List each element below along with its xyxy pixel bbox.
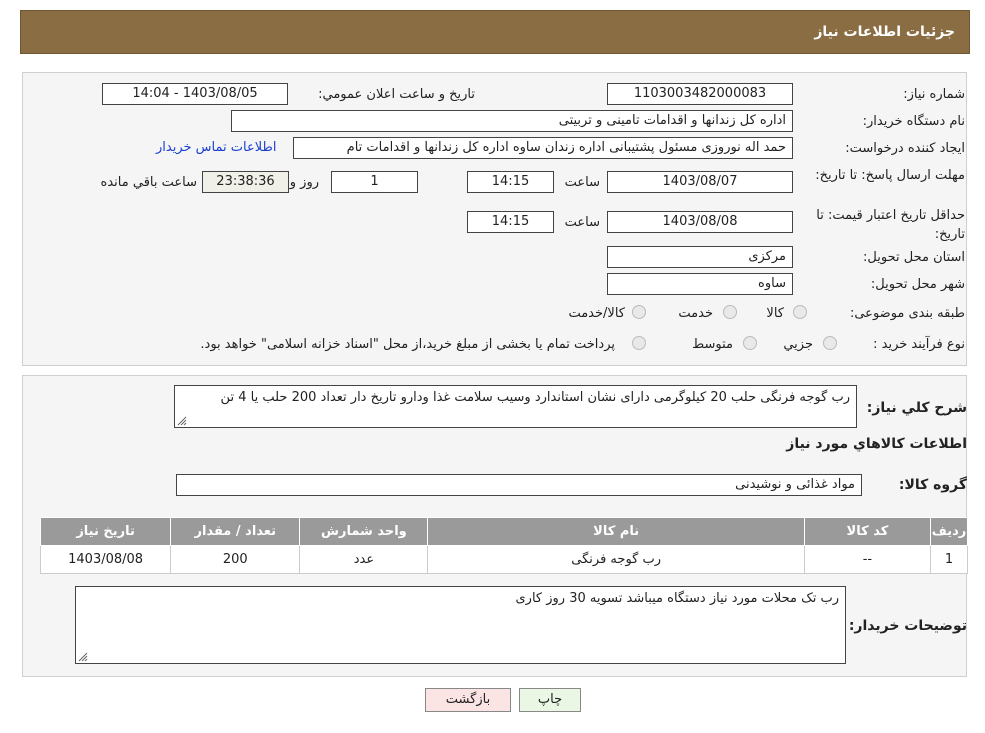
creator-label: ايجاد کننده درخواست:: [845, 141, 965, 156]
buyer-label: نام دستگاه خريدار:: [862, 114, 965, 129]
validity-time-field: 14:15: [467, 211, 554, 233]
process-label: نوع فرآیند خرید :: [873, 337, 965, 352]
cell-code: --: [803, 545, 931, 574]
col-name: نام کالا: [427, 517, 805, 546]
buyer-notes-label: توضيحات خريدار:: [848, 618, 967, 634]
validity-label: حداقل تاریخ اعتبار قیمت: تا تاریخ:: [816, 208, 965, 242]
goods-group-field: مواد غذائی و نوشیدنی: [176, 474, 862, 496]
col-code: کد کالا: [803, 517, 931, 546]
resize-handle-icon[interactable]: [177, 416, 187, 426]
need-number-label: شماره نیاز:: [903, 87, 965, 102]
cell-date: 1403/08/08: [39, 545, 172, 574]
validity-time-label: ساعت: [564, 215, 600, 230]
back-button[interactable]: بازگشت: [425, 688, 511, 712]
deadline-time-field: 14:15: [467, 171, 554, 193]
process-note: پرداخت تمام یا بخشی از مبلغ خرید،از محل …: [200, 337, 615, 352]
buyer-field: اداره کل زندانها و اقدامات تامینی و تربی…: [231, 110, 793, 132]
deadline-label: مهلت ارسال پاسخ: تا تاریخ:: [815, 168, 965, 183]
category-goods-text: کالا: [766, 306, 784, 321]
summary-label: شرح کلي نياز:: [866, 400, 967, 416]
goods-info-heading: اطلاعات کالاهاي مورد نياز: [786, 436, 967, 452]
announce-field: 1403/08/05 - 14:04: [102, 83, 288, 105]
process-partial-radio[interactable]: [823, 336, 837, 350]
table-row: 1 -- رب گوجه فرنگی عدد 200 1403/08/08: [39, 545, 969, 574]
summary-text: رب گوجه فرنگی حلب 20 کیلوگرمی دارای نشان…: [220, 390, 850, 405]
province-label: استان محل تحويل:: [863, 250, 965, 265]
remaining-label: ساعت باقي مانده: [100, 175, 197, 190]
days-field: 1: [331, 171, 418, 193]
col-quantity: تعداد / مقدار: [170, 517, 301, 546]
creator-field: حمد اله نوروزی مسئول پشتیبانی اداره زندا…: [293, 137, 793, 159]
deadline-date-field: 1403/08/07: [607, 171, 793, 193]
cell-row: 1: [929, 545, 969, 574]
cell-quantity: 200: [170, 545, 301, 574]
buyer-notes-text: رب تک محلات مورد نیاز دستگاه میباشد تسوی…: [515, 591, 839, 606]
category-goods-service-text: کالا/خدمت: [568, 306, 625, 321]
goods-table: رديف کد کالا نام کالا واحد شمارش تعداد /…: [39, 517, 969, 574]
announce-label: تاریخ و ساعت اعلان عمومي:: [318, 87, 475, 102]
cell-name: رب گوجه فرنگی: [427, 545, 805, 574]
resize-handle-icon[interactable]: [78, 652, 88, 662]
remaining-time-field: 23:38:36: [202, 171, 289, 193]
category-goods-radio[interactable]: [793, 305, 807, 319]
category-service-text: خدمت: [678, 306, 713, 321]
print-button[interactable]: چاپ: [519, 688, 581, 712]
buyer-notes-field: رب تک محلات مورد نیاز دستگاه میباشد تسوی…: [75, 586, 846, 664]
process-medium-radio[interactable]: [743, 336, 757, 350]
category-service-radio[interactable]: [723, 305, 737, 319]
category-label: طبقه بندی موضوعی:: [849, 306, 965, 321]
treasury-checkbox[interactable]: [632, 336, 646, 350]
need-number-field: 1103003482000083: [607, 83, 793, 105]
col-row: رديف: [929, 517, 969, 546]
deadline-time-label: ساعت: [564, 175, 600, 190]
province-field: مرکزی: [607, 246, 793, 268]
col-unit: واحد شمارش: [299, 517, 429, 546]
col-date: تاريخ نياز: [39, 517, 172, 546]
contact-buyer-link[interactable]: اطلاعات تماس خريدار: [156, 140, 276, 155]
page-header: جزئیات اطلاعات نیاز: [20, 10, 970, 54]
cell-unit: عدد: [299, 545, 429, 574]
category-goods-service-radio[interactable]: [632, 305, 646, 319]
goods-table-header: رديف کد کالا نام کالا واحد شمارش تعداد /…: [39, 517, 969, 546]
page-title: جزئیات اطلاعات نیاز: [814, 24, 955, 40]
process-partial-text: جزیي: [783, 337, 813, 352]
city-label: شهر محل تحويل:: [870, 277, 965, 292]
days-label: روز و: [289, 175, 319, 190]
city-field: ساوه: [607, 273, 793, 295]
goods-group-label: گروه کالا:: [898, 477, 967, 493]
summary-field: رب گوجه فرنگی حلب 20 کیلوگرمی دارای نشان…: [174, 385, 857, 428]
process-medium-text: متوسط: [692, 337, 733, 352]
validity-date-field: 1403/08/08: [607, 211, 793, 233]
